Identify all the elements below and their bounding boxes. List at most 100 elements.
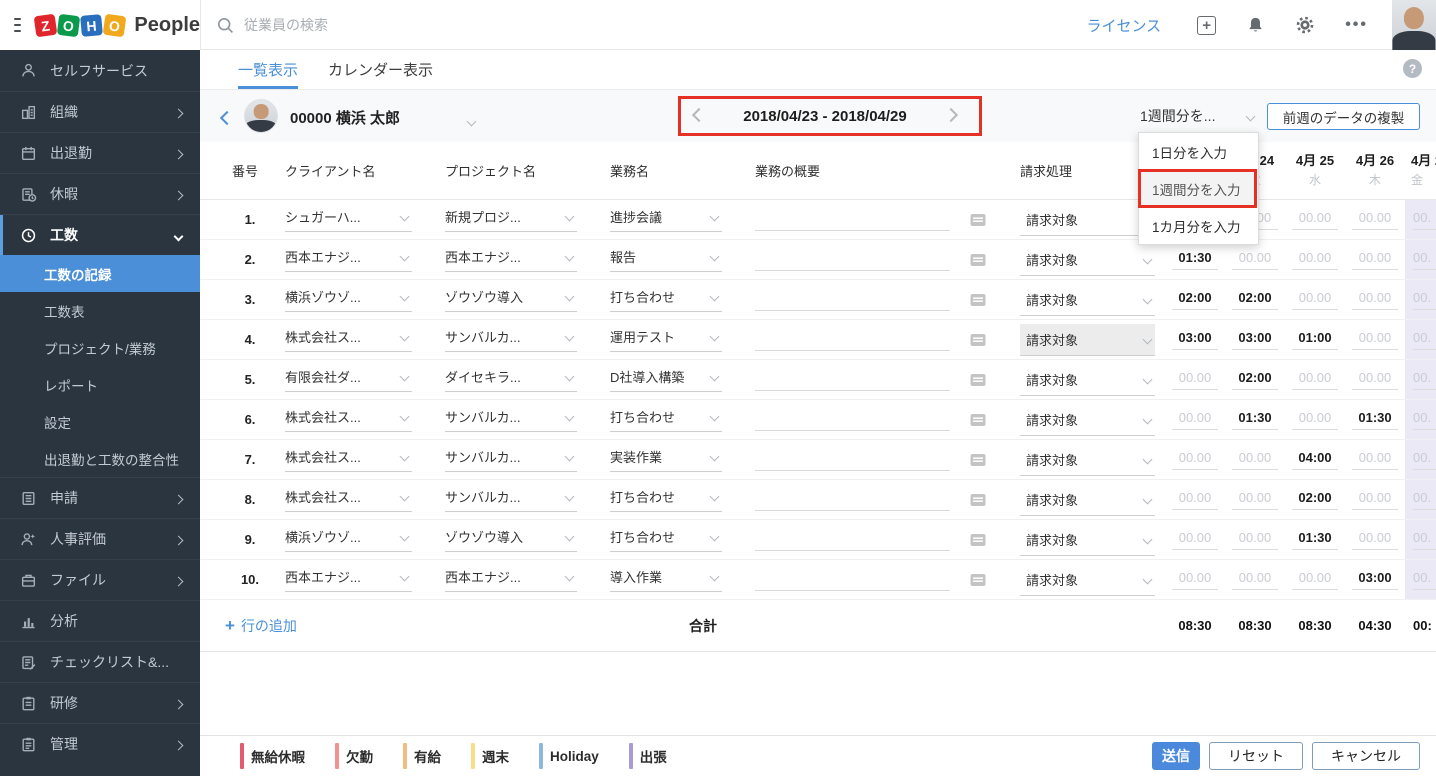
employee-chevron-icon[interactable] <box>466 112 477 130</box>
tab-list-view[interactable]: 一覧表示 <box>238 50 299 89</box>
project-select[interactable]: サンバルカ... <box>445 407 577 432</box>
description-input[interactable] <box>755 289 950 311</box>
time-cell[interactable]: 03:00 <box>1165 329 1225 350</box>
billing-select[interactable]: 請求対象 <box>1020 244 1155 276</box>
description-input[interactable] <box>755 409 950 431</box>
time-cell[interactable]: 02:00 <box>1285 489 1345 510</box>
time-cell[interactable]: 02:00 <box>1225 369 1285 390</box>
sidebar-item-timesheet[interactable]: 工数 <box>0 214 200 255</box>
time-cell[interactable]: 00.00 <box>1225 249 1285 270</box>
time-cell[interactable]: 00.00 <box>1165 489 1225 510</box>
billing-select[interactable]: 請求対象 <box>1020 484 1155 516</box>
time-cell[interactable]: 00.00 <box>1225 569 1285 590</box>
time-cell[interactable]: 00.00 <box>1285 409 1345 430</box>
help-icon[interactable]: ? <box>1403 59 1422 78</box>
sidebar-item-request[interactable]: 申請 <box>0 477 200 518</box>
client-select[interactable]: 横浜ゾウゾ... <box>285 287 412 312</box>
sidebar-item-organization[interactable]: 組織 <box>0 91 200 132</box>
client-select[interactable]: 株式会社ス... <box>285 487 412 512</box>
billing-select[interactable]: 請求対象 <box>1020 524 1155 556</box>
next-week-icon[interactable] <box>942 103 960 129</box>
sidebar-item-工数表[interactable]: 工数表 <box>0 292 200 329</box>
notes-icon[interactable] <box>970 213 1010 227</box>
submit-button[interactable]: 送信 <box>1152 742 1200 770</box>
time-cell[interactable]: 00.00 <box>1345 489 1405 510</box>
time-cell[interactable]: 04:00 <box>1285 449 1345 470</box>
add-icon[interactable]: + <box>1197 15 1217 35</box>
sidebar-item-checklist[interactable]: チェックリスト&... <box>0 641 200 682</box>
time-cell[interactable]: 00.00 <box>1285 289 1345 310</box>
time-cell-weekend[interactable]: 00. <box>1405 520 1436 559</box>
client-select[interactable]: 株式会社ス... <box>285 327 412 352</box>
client-select[interactable]: 株式会社ス... <box>285 447 412 472</box>
task-select[interactable]: 打ち合わせ <box>610 407 722 432</box>
sidebar-item-レポート[interactable]: レポート <box>0 366 200 403</box>
cancel-button[interactable]: キャンセル <box>1312 742 1420 770</box>
task-select[interactable]: 運用テスト <box>610 327 722 352</box>
sidebar-item-attendance[interactable]: 出退勤 <box>0 132 200 173</box>
notes-icon[interactable] <box>970 293 1010 307</box>
time-cell[interactable]: 03:00 <box>1225 329 1285 350</box>
task-select[interactable]: 実装作業 <box>610 447 722 472</box>
time-cell[interactable]: 01:30 <box>1225 409 1285 430</box>
time-cell[interactable]: 00.00 <box>1285 249 1345 270</box>
time-cell[interactable]: 03:00 <box>1345 569 1405 590</box>
date-range[interactable]: 2018/04/23 - 2018/04/29 <box>743 108 906 125</box>
sidebar-item-appraisal[interactable]: 人事評価 <box>0 518 200 559</box>
client-select[interactable]: シュガーハ... <box>285 207 412 232</box>
time-cell[interactable]: 00.00 <box>1345 529 1405 550</box>
notes-icon[interactable] <box>970 573 1010 587</box>
license-link[interactable]: ライセンス <box>1086 15 1161 36</box>
time-cell[interactable]: 00.00 <box>1225 449 1285 470</box>
time-cell-weekend[interactable]: 00. <box>1405 240 1436 279</box>
time-cell[interactable]: 00.00 <box>1285 209 1345 230</box>
billing-select[interactable]: 請求対象 <box>1020 444 1155 476</box>
notes-icon[interactable] <box>970 333 1010 347</box>
time-cell-weekend[interactable]: 00. <box>1405 440 1436 479</box>
notes-icon[interactable] <box>970 493 1010 507</box>
hamburger-menu-icon[interactable] <box>14 15 22 36</box>
project-select[interactable]: サンバルカ... <box>445 447 577 472</box>
time-cell[interactable]: 00.00 <box>1165 409 1225 430</box>
tab-calendar-view[interactable]: カレンダー表示 <box>328 50 433 89</box>
time-cell-weekend[interactable]: 00. <box>1405 200 1436 239</box>
period-select[interactable]: 1週間分を... <box>1138 103 1258 129</box>
project-select[interactable]: 西本エナジ... <box>445 247 577 272</box>
project-select[interactable]: 新規プロジ... <box>445 207 577 232</box>
menu-item-one-week[interactable]: 1週間分を入力 <box>1139 170 1258 207</box>
description-input[interactable] <box>755 529 950 551</box>
time-cell-weekend[interactable]: 00. <box>1405 560 1436 599</box>
time-cell[interactable]: 01:30 <box>1345 409 1405 430</box>
task-select[interactable]: 打ち合わせ <box>610 287 722 312</box>
client-select[interactable]: 株式会社ス... <box>285 407 412 432</box>
project-select[interactable]: ダイセキラ... <box>445 367 577 392</box>
billing-select[interactable]: 請求対象 <box>1020 284 1155 316</box>
time-cell[interactable]: 02:00 <box>1225 289 1285 310</box>
time-cell[interactable]: 00.00 <box>1345 369 1405 390</box>
prev-week-icon[interactable] <box>690 103 708 129</box>
time-cell-weekend[interactable]: 00. <box>1405 280 1436 319</box>
notes-icon[interactable] <box>970 373 1010 387</box>
task-select[interactable]: 進捗会議 <box>610 207 722 232</box>
notes-icon[interactable] <box>970 453 1010 467</box>
sidebar-item-プロジェクト/業務[interactable]: プロジェクト/業務 <box>0 329 200 366</box>
time-cell-weekend[interactable]: 00. <box>1405 320 1436 359</box>
reset-button[interactable]: リセット <box>1209 742 1303 770</box>
client-select[interactable]: 西本エナジ... <box>285 567 412 592</box>
notes-icon[interactable] <box>970 253 1010 267</box>
time-cell[interactable]: 00.00 <box>1285 369 1345 390</box>
description-input[interactable] <box>755 449 950 471</box>
billing-select[interactable]: 請求対象 <box>1020 404 1155 436</box>
sidebar-item-training[interactable]: 研修 <box>0 682 200 723</box>
time-cell[interactable]: 02:00 <box>1165 289 1225 310</box>
task-select[interactable]: 報告 <box>610 247 722 272</box>
billing-select[interactable]: 請求対象 <box>1020 323 1155 356</box>
sidebar-item-設定[interactable]: 設定 <box>0 403 200 440</box>
project-select[interactable]: サンバルカ... <box>445 487 577 512</box>
sidebar-item-person[interactable]: セルフサービス <box>0 50 200 91</box>
time-cell[interactable]: 00.00 <box>1165 449 1225 470</box>
sidebar-item-工数の記録[interactable]: 工数の記録 <box>0 255 200 292</box>
time-cell[interactable]: 01:30 <box>1165 249 1225 270</box>
copy-previous-week-button[interactable]: 前週のデータの複製 <box>1267 103 1420 130</box>
client-select[interactable]: 西本エナジ... <box>285 247 412 272</box>
